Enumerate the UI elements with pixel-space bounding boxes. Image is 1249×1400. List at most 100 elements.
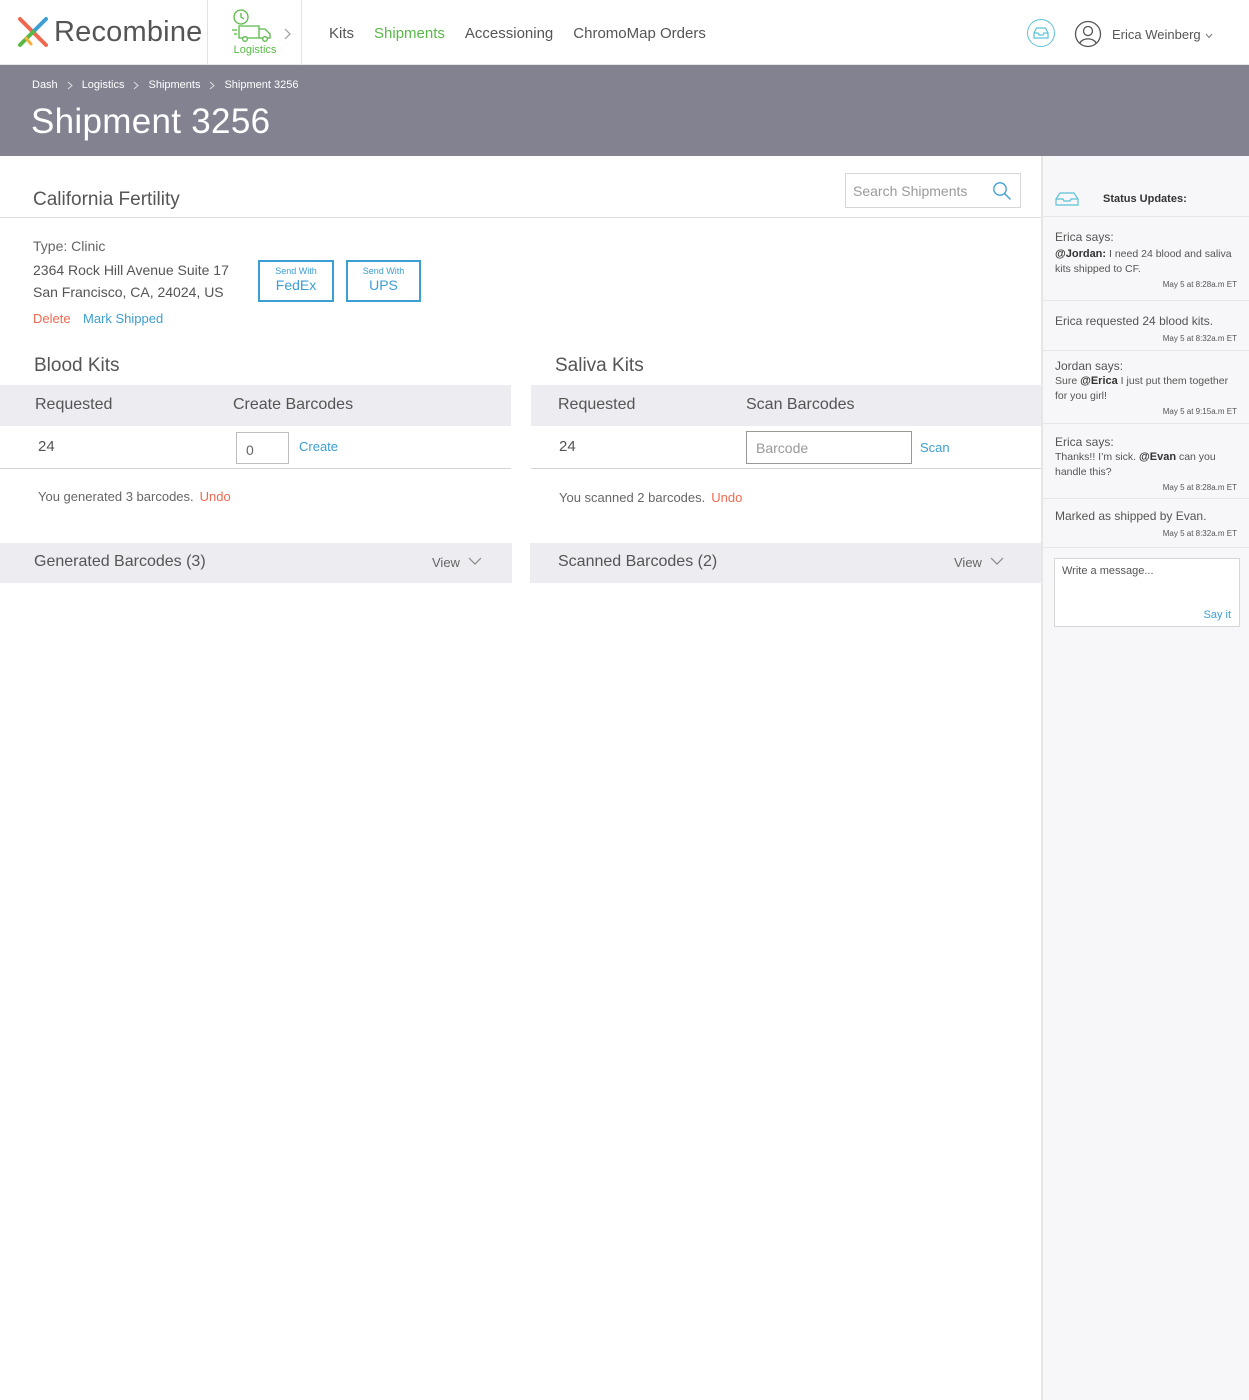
breadcrumb-separator-icon: [210, 81, 216, 89]
carrier-name: FedEx: [275, 277, 317, 293]
module-switcher[interactable]: Logistics: [225, 6, 291, 60]
carrier-name: UPS: [369, 277, 398, 293]
blood-kits-row: 24 Create: [0, 426, 511, 469]
breadcrumb: Dash Logistics Shipments Shipment 3256: [32, 79, 298, 91]
mention[interactable]: @Jordan:: [1055, 248, 1106, 260]
scanned-note: You scanned 2 barcodes. Undo: [559, 490, 742, 505]
generated-barcodes-accordion[interactable]: Generated Barcodes (3) View: [0, 543, 512, 583]
generated-note-text: You generated 3 barcodes.: [38, 489, 194, 504]
saliva-kits-title: Saliva Kits: [555, 355, 644, 376]
message-author: Marked as shipped by Evan.: [1055, 509, 1207, 523]
nav-item-kits[interactable]: Kits: [329, 24, 354, 44]
view-toggle[interactable]: View: [432, 555, 460, 570]
inbox-button[interactable]: [1027, 19, 1055, 47]
status-message: Erica requested 24 blood kits. May 5 at …: [1043, 310, 1249, 351]
blood-kits-header: Requested Create Barcodes: [0, 385, 511, 426]
status-message: Marked as shipped by Evan. May 5 at 8:32…: [1043, 508, 1249, 548]
create-barcodes-link[interactable]: Create: [299, 439, 338, 454]
accordion-title: Generated Barcodes (3): [34, 553, 206, 570]
scanned-note-text: You scanned 2 barcodes.: [559, 490, 706, 505]
breadcrumb-logistics[interactable]: Logistics: [82, 79, 125, 91]
view-toggle[interactable]: View: [954, 555, 982, 570]
user-name: Erica Weinberg: [1112, 26, 1201, 42]
barcode-input[interactable]: [746, 431, 912, 464]
breadcrumb-dash[interactable]: Dash: [32, 79, 58, 91]
mention[interactable]: @Evan: [1139, 451, 1176, 463]
chevron-down-icon: [468, 557, 482, 565]
address-line-1: 2364 Rock Hill Avenue Suite 17: [33, 262, 229, 278]
divider: [0, 217, 1041, 218]
address-line-2: San Francisco, CA, 24024, US: [33, 284, 224, 300]
accordion-title: Scanned Barcodes (2): [558, 553, 718, 570]
status-panel-header: Status Updates:: [1043, 156, 1249, 217]
column-header-requested: Requested: [35, 396, 113, 413]
page-header: Dash Logistics Shipments Shipment 3256 S…: [0, 65, 1249, 156]
send-with-fedex-button[interactable]: Send With FedEx: [258, 260, 334, 302]
client-type: Type: Clinic: [33, 238, 106, 254]
message-prefix: Sure: [1055, 375, 1081, 387]
message-body: @Jordan: I need 24 blood and saliva kits…: [1055, 247, 1237, 277]
search-icon[interactable]: [992, 181, 1012, 201]
nav-item-shipments[interactable]: Shipments: [374, 24, 445, 44]
chevron-right-icon: [284, 28, 291, 40]
message-author: Erica says:: [1055, 435, 1114, 449]
module-label: Logistics: [233, 44, 277, 56]
message-composer: Say it: [1054, 558, 1240, 627]
mark-shipped-link[interactable]: Mark Shipped: [83, 311, 163, 326]
send-message-button[interactable]: Say it: [1203, 609, 1231, 621]
status-updates-panel: Status Updates: Erica says: @Jordan: I n…: [1041, 156, 1249, 1400]
column-header-requested: Requested: [558, 396, 636, 413]
divider: [301, 0, 302, 65]
inbox-tray-icon: [1055, 192, 1079, 206]
chevron-down-icon: [990, 557, 1004, 565]
message-timestamp: May 5 at 9:15a.m ET: [1162, 407, 1237, 416]
undo-generate-link[interactable]: Undo: [200, 489, 231, 504]
message-author: Jordan says:: [1055, 359, 1124, 373]
generated-note: You generated 3 barcodes. Undo: [38, 489, 231, 504]
search-input[interactable]: [853, 182, 988, 199]
message-timestamp: May 5 at 8:32a.m ET: [1162, 334, 1237, 343]
scan-link[interactable]: Scan: [920, 440, 950, 455]
message-author: Erica says:: [1055, 230, 1114, 244]
column-header-create-barcodes: Create Barcodes: [233, 396, 354, 413]
recombine-logo-icon: [18, 17, 48, 47]
shipment-detail: California Fertility Type: Clinic 2364 R…: [0, 156, 1041, 1400]
search-box: [845, 173, 1021, 208]
requested-count: 24: [559, 438, 576, 455]
divider: [207, 0, 208, 65]
saliva-kits-header: Requested Scan Barcodes: [531, 385, 1041, 426]
message-timestamp: May 5 at 8:28a.m ET: [1162, 280, 1237, 289]
breadcrumb-shipments[interactable]: Shipments: [148, 79, 200, 91]
brand-name: Recombine: [54, 16, 203, 48]
user-menu[interactable]: Erica Weinberg: [1074, 20, 1213, 48]
page-title: Shipment 3256: [31, 102, 271, 141]
scanned-barcodes-accordion[interactable]: Scanned Barcodes (2) View: [530, 543, 1041, 583]
status-panel-title: Status Updates:: [1103, 193, 1187, 205]
status-message: Jordan says: Sure @Erica I just put them…: [1043, 358, 1249, 424]
top-navigation-bar: Recombine Logistics Kits Shipments Acces…: [0, 0, 1249, 65]
message-timestamp: May 5 at 8:32a.m ET: [1162, 529, 1237, 538]
undo-scan-link[interactable]: Undo: [711, 490, 742, 505]
user-avatar-icon: [1074, 20, 1102, 48]
column-header-scan-barcodes: Scan Barcodes: [746, 396, 855, 413]
breadcrumb-current: Shipment 3256: [224, 79, 299, 91]
status-message: Erica says: @Jordan: I need 24 blood and…: [1043, 229, 1249, 301]
send-with-ups-button[interactable]: Send With UPS: [346, 260, 421, 302]
nav-item-accessioning[interactable]: Accessioning: [465, 24, 553, 44]
send-with-label: Send With: [362, 266, 405, 276]
requested-count: 24: [38, 438, 55, 455]
message-body: Thanks!! I’m sick. @Evan can you handle …: [1055, 450, 1237, 480]
blood-kits-title: Blood Kits: [34, 355, 120, 376]
message-author: Erica requested 24 blood kits.: [1055, 314, 1214, 328]
message-body: Sure @Erica I just put them together for…: [1055, 374, 1237, 404]
primary-nav: Kits Shipments Accessioning ChromoMap Or…: [329, 24, 726, 44]
delete-link[interactable]: Delete: [33, 311, 71, 326]
barcode-quantity-input[interactable]: [236, 432, 289, 464]
nav-item-chromomap-orders[interactable]: ChromoMap Orders: [573, 24, 706, 44]
message-input[interactable]: [1055, 559, 1239, 609]
logistics-truck-icon: [232, 9, 271, 42]
message-prefix: Thanks!! I’m sick.: [1055, 451, 1140, 463]
mention[interactable]: @Erica: [1080, 375, 1118, 387]
brand-logo[interactable]: Recombine: [17, 16, 203, 48]
breadcrumb-separator-icon: [134, 81, 140, 89]
